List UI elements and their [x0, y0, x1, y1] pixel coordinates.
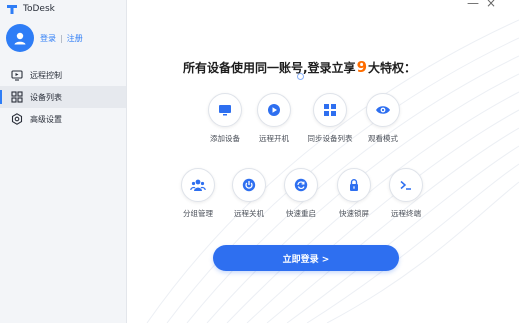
feature-remote-terminal[interactable]: 远程终端	[374, 168, 438, 219]
sidebar-item-device-list[interactable]: 设备列表	[0, 86, 126, 108]
auth-links: 登录 | 注册	[40, 33, 83, 44]
feature-quick-restart-button[interactable]	[284, 168, 318, 202]
minimize-button[interactable]: —	[466, 0, 480, 10]
sidebar-item-advanced-settings[interactable]: 高级设置	[0, 108, 126, 130]
feature-remote-boot[interactable]: 远程开机	[242, 93, 306, 144]
login-now-button[interactable]: 立即登录 >	[213, 245, 399, 271]
feature-add-device-button[interactable]	[208, 93, 242, 127]
gear-icon	[11, 113, 23, 125]
app-title: ToDesk	[23, 4, 55, 14]
feature-remote-shutdown-button[interactable]	[232, 168, 266, 202]
monitor-icon	[11, 69, 23, 81]
feature-watch-mode-button[interactable]	[366, 93, 400, 127]
feature-quick-lock-button[interactable]	[337, 168, 371, 202]
lock-icon	[350, 179, 358, 191]
feature-label: 观看模式	[368, 134, 398, 143]
power-icon	[242, 178, 256, 192]
feature-remote-boot-button[interactable]	[257, 93, 291, 127]
sidebar-item-remote-control[interactable]: 远程控制	[0, 64, 126, 86]
promo-headline-suffix: 大特权：	[368, 61, 417, 75]
promo-headline-text: 所有设备使用同一账号,登录立享	[183, 61, 356, 75]
sidebar-item-label: 设备列表	[30, 92, 62, 102]
eye-icon	[376, 106, 390, 114]
auth-separator: |	[60, 33, 63, 43]
feature-watch-mode[interactable]: 观看模式	[351, 93, 415, 144]
feature-label: 远程终端	[391, 209, 421, 218]
todesk-logo-icon	[7, 5, 17, 14]
terminal-icon	[400, 180, 411, 190]
sidebar-nav: 远程控制 设备列表 高级设置	[0, 64, 126, 130]
user-panel: 登录 | 注册	[6, 24, 83, 52]
grid-icon	[324, 104, 336, 116]
register-link[interactable]: 注册	[67, 33, 83, 44]
login-link[interactable]: 登录	[40, 33, 56, 44]
sidebar-item-label: 高级设置	[30, 114, 62, 124]
app-brand: ToDesk	[6, 2, 55, 16]
feature-group-management-button[interactable]	[181, 168, 215, 202]
user-icon	[14, 32, 26, 45]
promo-count: 9	[356, 58, 367, 76]
grid-icon	[11, 91, 23, 103]
play-icon	[268, 104, 280, 116]
restart-icon	[294, 178, 308, 192]
monitor-icon	[219, 105, 231, 116]
feature-sync-devices-button[interactable]	[313, 93, 347, 127]
group-icon	[190, 179, 206, 191]
feature-label: 远程开机	[259, 134, 289, 143]
sidebar: ToDesk 登录 | 注册 远程控制 设备列表 高级设置	[0, 0, 127, 323]
close-button[interactable]: ×	[484, 0, 498, 10]
feature-remote-terminal-button[interactable]	[389, 168, 423, 202]
decorative-dot	[297, 73, 304, 80]
sidebar-item-label: 远程控制	[30, 70, 62, 80]
avatar[interactable]	[6, 24, 34, 52]
background-waves	[146, 19, 519, 323]
main-panel	[127, 0, 519, 323]
